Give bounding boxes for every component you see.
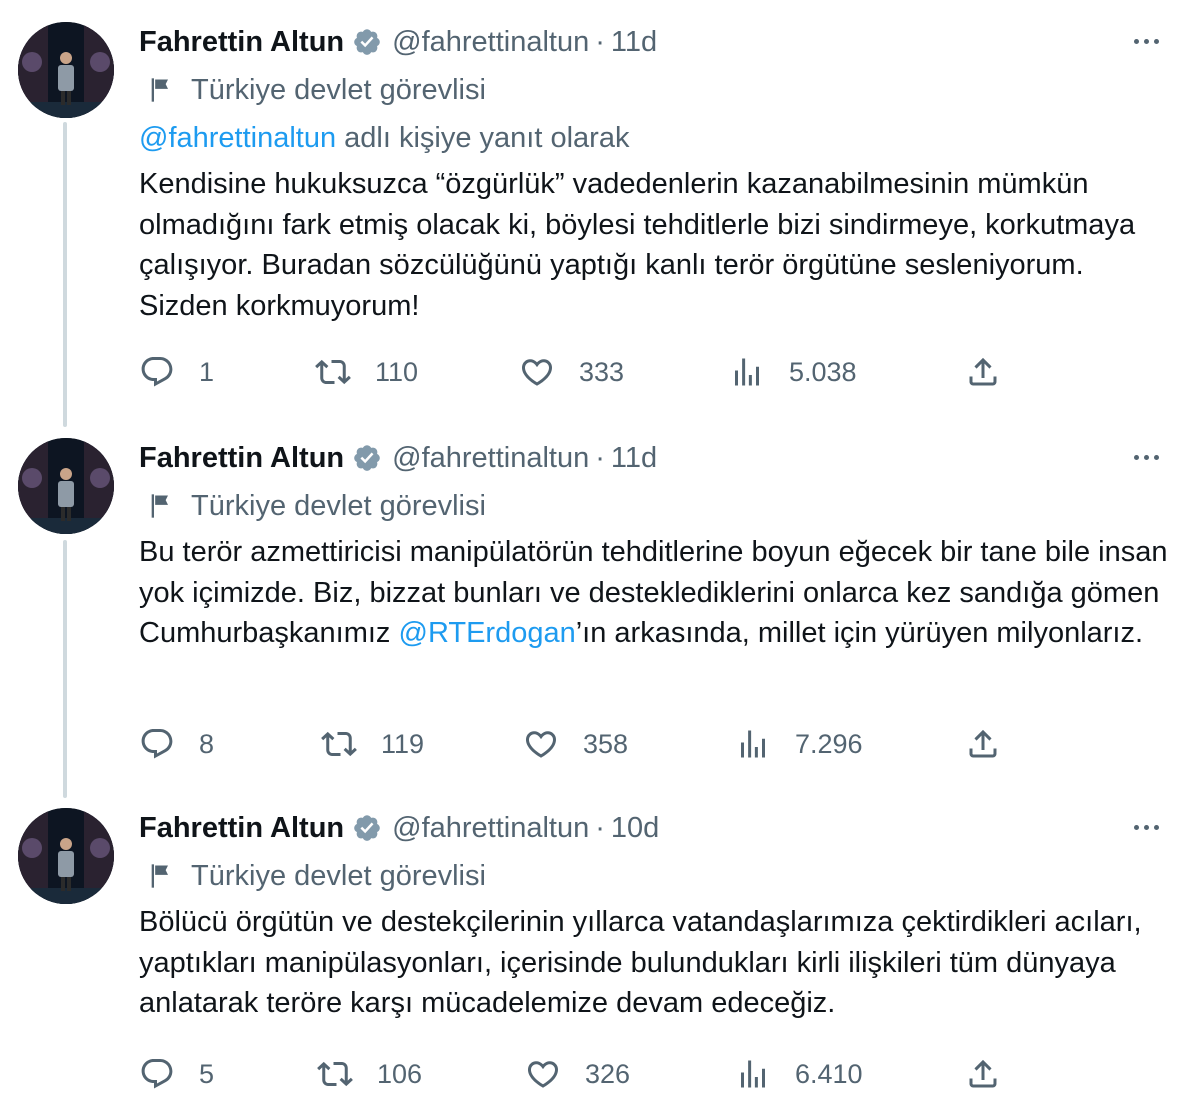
author-handle[interactable]: @fahrettinaltun [392,442,589,475]
more-dots-icon[interactable] [1128,812,1164,842]
mention-link[interactable]: @RTErdogan [399,617,576,649]
views-count: 7.296 [795,728,863,759]
reply-count: 5 [199,1058,215,1089]
author-name[interactable]: Fahrettin Altun [139,442,344,475]
flag-icon [151,864,168,888]
avatar-image [18,808,114,904]
heart-icon [527,1061,559,1088]
more-dots-icon[interactable] [1128,442,1164,472]
upload-icon [969,357,997,386]
verified-badge-icon[interactable] [352,813,382,843]
tweet[interactable]: Fahrettin Altun @fahrettinaltun · 11d Tü… [0,420,1200,790]
separator-dot: · [595,811,605,844]
tweet-time[interactable]: 11d [611,442,657,475]
like-count: 333 [579,356,625,387]
reply-count: 1 [199,356,215,387]
tweet-text: Bu terör azmettiricisi manipülatörün teh… [139,532,1170,654]
speech-bubble-icon [141,1059,173,1089]
tweet[interactable]: Fahrettin Altun @fahrettinaltun · 10d Tü… [0,790,1200,1113]
avatar-image [18,438,114,534]
reply-count: 8 [199,728,215,759]
speech-bubble-icon [141,357,173,387]
tweet-actions: 8 119 358 7.296 [139,724,1009,764]
reply-to-link[interactable]: @fahrettinaltun [139,122,336,154]
retweet-count: 119 [381,728,425,759]
label-text: Türkiye devlet görevlisi [191,73,486,106]
tweet-actions: 5 106 326 6.410 [139,1054,1009,1094]
views-button[interactable]: 6.410 [735,1054,863,1094]
retweet-button[interactable]: 119 [321,724,424,764]
tweet-actions: 1 110 333 5.038 [139,352,1009,392]
retweet-button[interactable]: 106 [317,1054,422,1094]
heart-icon [521,359,553,386]
flag-icon [151,78,168,102]
reply-to-text: adlı kişiye yanıt olarak [336,122,630,154]
like-count: 358 [583,728,629,759]
government-label[interactable]: Türkiye devlet görevlisi [139,68,1170,112]
author-handle[interactable]: @fahrettinaltun [392,26,589,59]
tweet-text: Kendisine hukuksuzca “özgürlük” vadedenl… [139,164,1170,327]
like-count: 326 [585,1058,631,1089]
share-button[interactable] [965,1054,1001,1094]
government-label[interactable]: Türkiye devlet görevlisi [139,854,1170,898]
tweet-header: Fahrettin Altun @fahrettinaltun · 11d [139,20,1170,64]
views-button[interactable]: 5.038 [729,352,857,392]
views-count: 6.410 [795,1058,863,1089]
author-handle[interactable]: @fahrettinaltun [392,812,589,845]
tweet-header: Fahrettin Altun @fahrettinaltun · 10d [139,806,1170,850]
views-count: 5.038 [789,356,857,387]
heart-icon [525,731,557,758]
retweet-arrows-icon [317,1061,353,1087]
retweet-count: 106 [377,1058,423,1089]
retweet-arrows-icon [315,359,351,385]
more-dots-icon[interactable] [1128,26,1164,56]
retweet-button[interactable]: 110 [315,352,418,392]
reply-button[interactable]: 1 [139,352,214,392]
views-button[interactable]: 7.296 [735,724,863,764]
bar-chart-icon [735,358,759,386]
flag-icon [151,494,168,518]
separator-dot: · [595,441,605,474]
avatar[interactable] [18,438,114,534]
verified-badge-icon[interactable] [352,27,382,57]
label-text: Türkiye devlet görevlisi [191,859,486,892]
retweet-arrows-icon [321,731,357,757]
share-button[interactable] [965,724,1001,764]
avatar-image [18,22,114,118]
tweet-text-part: Kendisine hukuksuzca “özgürlük” vadedenl… [139,168,1136,323]
tweet-time[interactable]: 10d [611,812,659,845]
like-button[interactable]: 358 [523,724,628,764]
upload-icon [969,1059,997,1088]
reply-button[interactable]: 5 [139,1054,214,1094]
tweet-text-part: ’ın arkasında, millet için yürüyen milyo… [575,617,1144,650]
upload-icon [969,729,997,758]
author-name[interactable]: Fahrettin Altun [139,812,344,845]
separator-dot: · [595,25,605,58]
author-name[interactable]: Fahrettin Altun [139,26,344,59]
government-label[interactable]: Türkiye devlet görevlisi [139,484,1170,528]
bar-chart-icon [741,1060,765,1088]
tweet-header: Fahrettin Altun @fahrettinaltun · 11d [139,436,1170,480]
avatar[interactable] [18,808,114,904]
bar-chart-icon [741,730,765,758]
label-text: Türkiye devlet görevlisi [191,489,486,522]
tweet-text: Bölücü örgütün ve destekçilerinin yıllar… [139,902,1170,1024]
reply-context: @fahrettinaltun adlı kişiye yanıt olarak [139,116,1170,160]
share-button[interactable] [965,352,1001,392]
like-button[interactable]: 326 [525,1054,630,1094]
speech-bubble-icon [141,729,173,759]
retweet-count: 110 [375,356,419,387]
verified-badge-icon[interactable] [352,443,382,473]
avatar[interactable] [18,22,114,118]
tweet[interactable]: Fahrettin Altun @fahrettinaltun · 11d Tü… [0,0,1200,420]
like-button[interactable]: 333 [519,352,624,392]
tweet-time[interactable]: 11d [611,26,657,59]
reply-button[interactable]: 8 [139,724,214,764]
tweet-text-part: Bölücü örgütün ve destekçilerinin yıllar… [139,906,1142,1020]
